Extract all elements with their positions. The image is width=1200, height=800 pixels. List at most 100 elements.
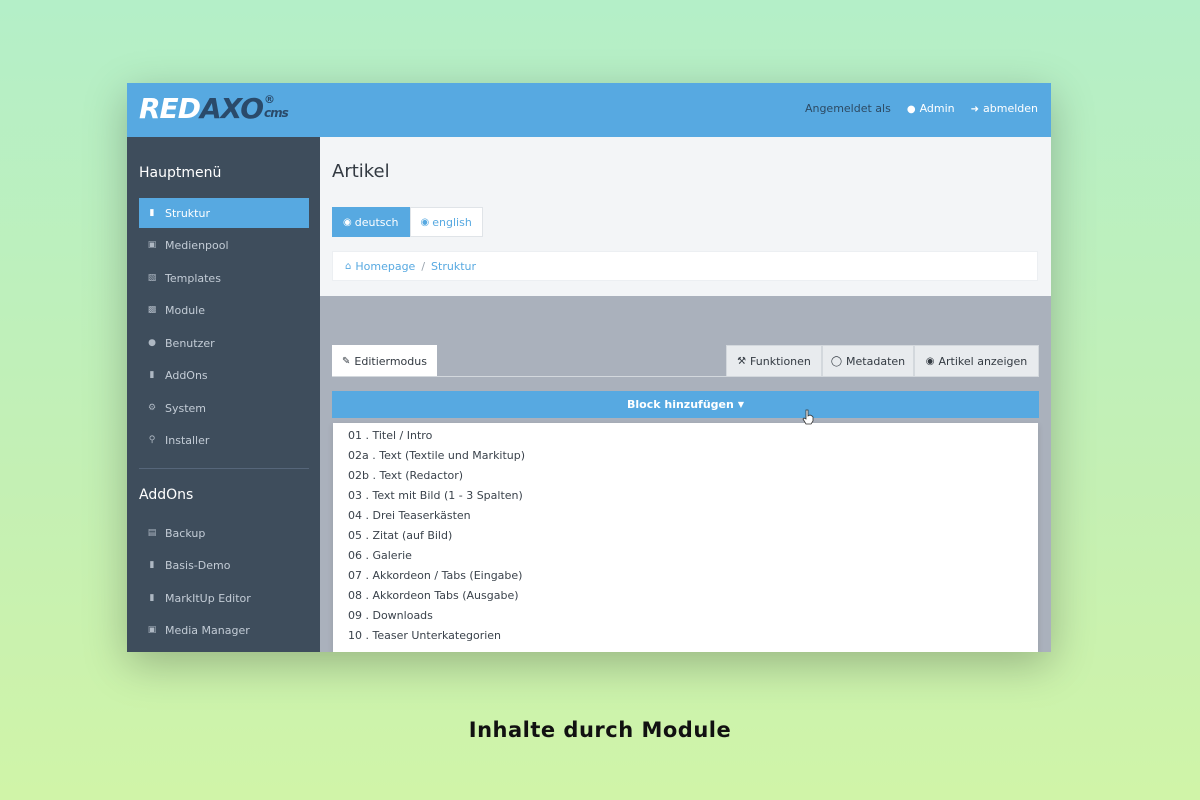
tab-label: Artikel anzeigen <box>938 354 1028 368</box>
sidebar-item-benutzer[interactable]: ● Benutzer <box>139 328 309 358</box>
tab-editiermodus[interactable]: ✎ Editiermodus <box>332 345 437 377</box>
user-link[interactable]: ● Admin <box>907 102 955 115</box>
bookmark-icon: ▮ <box>149 370 155 380</box>
sidebar-item-templates[interactable]: ▧ Templates <box>139 263 309 293</box>
key-icon: ⚲ <box>148 435 156 445</box>
sidebar-item-label: Medienpool <box>165 238 229 252</box>
add-block-label: Block hinzufügen <box>627 398 734 411</box>
article-tabs: ✎ Editiermodus ⚒ Funktionen ◯ Metadaten … <box>332 345 1039 377</box>
image-icon: ▣ <box>147 240 157 250</box>
module-item[interactable]: 06 . Galerie <box>348 549 412 563</box>
add-block-button[interactable]: Block hinzufügen ▼ <box>332 391 1039 418</box>
top-nav: Angemeldet als ● Admin ➜ abmelden <box>805 102 1038 115</box>
logout-link[interactable]: ➜ abmelden <box>971 102 1038 115</box>
sidebar-divider <box>139 468 309 469</box>
redaxo-logo[interactable]: RED AXO ® cms <box>139 92 289 128</box>
sidebar-item-struktur[interactable]: ▮ Struktur <box>139 198 309 228</box>
module-item[interactable]: 10 . Teaser Unterkategorien <box>348 629 501 643</box>
sidebar-item-label: AddOns <box>165 368 208 382</box>
sidebar-item-label: Media Manager <box>165 623 250 637</box>
module-item[interactable]: 04 . Drei Teaserkästen <box>348 509 471 523</box>
module-item[interactable]: 01 . Titel / Intro <box>348 429 432 443</box>
module-item[interactable]: 05 . Zitat (auf Bild) <box>348 529 452 543</box>
lang-label: english <box>432 215 472 229</box>
module-item[interactable]: 09 . Downloads <box>348 609 433 623</box>
dot-circle-icon: ◉ <box>420 216 430 228</box>
dot-circle-icon: ◉ <box>343 216 352 228</box>
sign-out-icon: ➜ <box>970 104 980 115</box>
hdd-icon: ▤ <box>147 528 157 538</box>
user-icon: ● <box>148 338 156 348</box>
caret-down-icon: ▼ <box>737 400 744 409</box>
lang-tab-english[interactable]: ◉ english <box>409 207 483 237</box>
tab-metadaten[interactable]: ◯ Metadaten <box>822 345 914 377</box>
gears-icon: ⚙ <box>147 403 157 413</box>
logged-in-label: Angemeldet als <box>804 102 891 115</box>
tab-funktionen[interactable]: ⚒ Funktionen <box>726 345 822 377</box>
breadcrumb-separator: / <box>421 259 426 273</box>
module-dropdown: 01 . Titel / Intro 02a . Text (Textile u… <box>333 423 1038 652</box>
logout-label: abmelden <box>983 102 1038 115</box>
comment-icon: ◯ <box>830 355 843 367</box>
database-icon: ▩ <box>147 305 157 315</box>
module-item[interactable]: 08 . Akkordeon Tabs (Ausgabe) <box>348 589 519 603</box>
sidebar-item-label: Templates <box>165 271 221 285</box>
caption: Inhalte durch Module <box>468 718 732 742</box>
logo-cms: cms <box>264 106 289 120</box>
sidebar-item-installer[interactable]: ⚲ Installer <box>139 425 309 455</box>
page-title: Artikel <box>332 161 390 182</box>
home-icon: ⌂ <box>345 260 352 272</box>
wrench-icon: ⚒ <box>737 355 747 367</box>
sidebar-item-backup[interactable]: ▤ Backup <box>139 518 309 548</box>
pencil-icon: ✎ <box>342 355 351 367</box>
sidebar-item-label: MarkItUp Editor <box>165 591 251 605</box>
breadcrumb: ⌂ Homepage / Struktur <box>332 251 1038 281</box>
sidebar-item-label: Backup <box>165 526 206 540</box>
sidebar-item-label: Basis-Demo <box>165 558 231 572</box>
sidebar-item-label: Struktur <box>165 206 210 220</box>
tab-label: Editiermodus <box>354 354 427 368</box>
lang-label: deutsch <box>354 215 399 229</box>
tab-artikel-anzeigen[interactable]: ◉ Artikel anzeigen <box>914 345 1039 377</box>
module-item[interactable]: 03 . Text mit Bild (1 - 3 Spalten) <box>348 489 523 503</box>
sidebar-item-label: Benutzer <box>165 336 215 350</box>
content-header: Artikel ◉ deutsch ◉ english ⌂ Homepage /… <box>320 137 1051 296</box>
breadcrumb-struktur[interactable]: Struktur <box>431 260 476 273</box>
sidebar-item-system[interactable]: ⚙ System <box>139 393 309 423</box>
logo-registered: ® <box>264 93 275 106</box>
tabs-baseline <box>332 376 1039 377</box>
breadcrumb-homepage[interactable]: Homepage <box>355 260 415 273</box>
sidebar-item-label: System <box>165 401 207 415</box>
cms-window: RED AXO ® cms Angemeldet als ● Admin ➜ abm… <box>127 83 1051 652</box>
sidebar-item-label: Installer <box>165 433 210 447</box>
logo-axo: AXO <box>199 92 264 125</box>
keyboard-icon: ▧ <box>147 273 157 283</box>
logo-red: RED <box>139 92 201 125</box>
bookmark-icon: ▮ <box>149 593 155 603</box>
eye-icon: ◉ <box>925 355 935 367</box>
sidebar-item-module[interactable]: ▩ Module <box>139 295 309 325</box>
sidebar-item-medienpool[interactable]: ▣ Medienpool <box>139 230 309 260</box>
sidebar-item-markitup-editor[interactable]: ▮ MarkItUp Editor <box>139 583 309 613</box>
image-icon: ▣ <box>147 625 157 635</box>
user-icon: ● <box>906 104 916 115</box>
bookmark-icon: ▮ <box>149 560 155 570</box>
tab-label: Funktionen <box>750 354 811 368</box>
logo-suffix: ® cms <box>264 93 289 121</box>
top-bar: RED AXO ® cms Angemeldet als ● Admin ➜ abm… <box>127 83 1051 137</box>
addons-heading: AddOns <box>139 487 194 503</box>
user-name: Admin <box>919 102 955 115</box>
sidebar-item-basis-demo[interactable]: ▮ Basis-Demo <box>139 550 309 580</box>
sidebar-item-media-manager[interactable]: ▣ Media Manager <box>139 615 309 645</box>
hand-cursor-icon <box>802 409 814 425</box>
sidebar: Hauptmenü ▮ Struktur ▣ Medienpool ▧ Temp… <box>127 137 320 652</box>
main-menu-heading: Hauptmenü <box>139 165 222 181</box>
lang-tab-deutsch[interactable]: ◉ deutsch <box>332 207 410 237</box>
tab-label: Metadaten <box>846 354 906 368</box>
module-item[interactable]: 07 . Akkordeon / Tabs (Eingabe) <box>348 569 522 583</box>
language-tabs: ◉ deutsch ◉ english <box>332 207 483 237</box>
sidebar-item-addons[interactable]: ▮ AddOns <box>139 360 309 390</box>
module-item[interactable]: 02b . Text (Redactor) <box>348 469 463 483</box>
sidebar-item-label: Module <box>165 303 205 317</box>
module-item[interactable]: 02a . Text (Textile und Markitup) <box>348 449 525 463</box>
